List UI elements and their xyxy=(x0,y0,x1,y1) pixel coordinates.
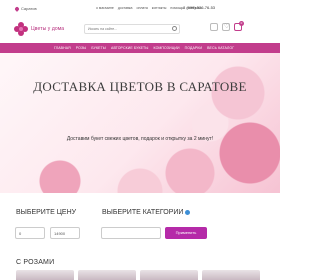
nav-item-catalog[interactable]: ВЕСЬ КАТАЛОГ xyxy=(207,46,234,50)
search-input[interactable] xyxy=(84,24,180,34)
nav-item-roses[interactable]: РОЗЫ xyxy=(76,46,87,50)
main-nav: ГЛАВНАЯ РОЗЫ БУКЕТЫ АВТОРСКИЕ БУКЕТЫ КОМ… xyxy=(0,43,280,53)
category-filter-label: ВЫБЕРИТЕ КАТЕГОРИИ xyxy=(102,209,191,216)
price-from-input[interactable] xyxy=(15,227,45,239)
flower-logo-icon xyxy=(14,22,28,36)
top-link-payment[interactable]: оплата xyxy=(137,6,148,10)
site-logo[interactable]: Цветы у дома xyxy=(14,22,64,36)
city-label: Саратов xyxy=(21,6,37,11)
product-card[interactable] xyxy=(202,270,260,280)
apply-filter-button[interactable]: Применить xyxy=(165,227,207,239)
product-card[interactable] xyxy=(16,270,74,280)
hero-subtitle: Доставим букет свежих цветов, подарок и … xyxy=(66,136,214,142)
category-select[interactable] xyxy=(101,227,161,239)
product-list xyxy=(0,270,280,280)
top-link-help[interactable]: помощь xyxy=(170,6,183,10)
top-link-contacts[interactable]: контакты xyxy=(152,6,167,10)
heart-icon[interactable] xyxy=(222,23,230,31)
nav-item-home[interactable]: ГЛАВНАЯ xyxy=(54,46,71,50)
location-pin-icon xyxy=(14,5,20,12)
price-filter-label: ВЫБЕРИТЕ ЦЕНУ xyxy=(16,209,77,216)
search-icon[interactable] xyxy=(172,26,177,31)
nav-item-compositions[interactable]: КОМПОЗИЦИИ xyxy=(154,46,180,50)
nav-item-author-bouquets[interactable]: АВТОРСКИЕ БУКЕТЫ xyxy=(111,46,148,50)
category-filter-label-text: ВЫБЕРИТЕ КАТЕГОРИИ xyxy=(102,209,184,216)
nav-item-bouquets[interactable]: БУКЕТЫ xyxy=(91,46,106,50)
city-selector[interactable]: Саратов xyxy=(14,5,37,12)
user-icon[interactable] xyxy=(210,23,218,31)
header-icons: 0 xyxy=(210,21,244,31)
hero-banner: ДОСТАВКА ЦВЕТОВ В САРАТОВЕ Доставим буке… xyxy=(0,53,280,193)
price-to-input[interactable] xyxy=(50,227,80,239)
cart-icon[interactable]: 0 xyxy=(234,21,244,31)
top-link-about[interactable]: о магазине xyxy=(96,6,114,10)
cart-count-badge: 0 xyxy=(239,21,244,26)
info-icon[interactable] xyxy=(185,209,191,215)
top-link-delivery[interactable]: доставка xyxy=(118,6,133,10)
top-bar: Саратов о магазине доставка оплата конта… xyxy=(0,0,280,17)
phone-number[interactable]: 8 (999) 526-76-53 xyxy=(183,5,215,10)
section-title: С РОЗАМИ xyxy=(16,259,55,266)
product-card[interactable] xyxy=(78,270,136,280)
logo-text: Цветы у дома xyxy=(31,26,65,32)
product-card[interactable] xyxy=(140,270,198,280)
hero-title: ДОСТАВКА ЦВЕТОВ В САРАТОВЕ xyxy=(33,79,247,94)
nav-item-gifts[interactable]: ПОДАРКИ xyxy=(185,46,202,50)
